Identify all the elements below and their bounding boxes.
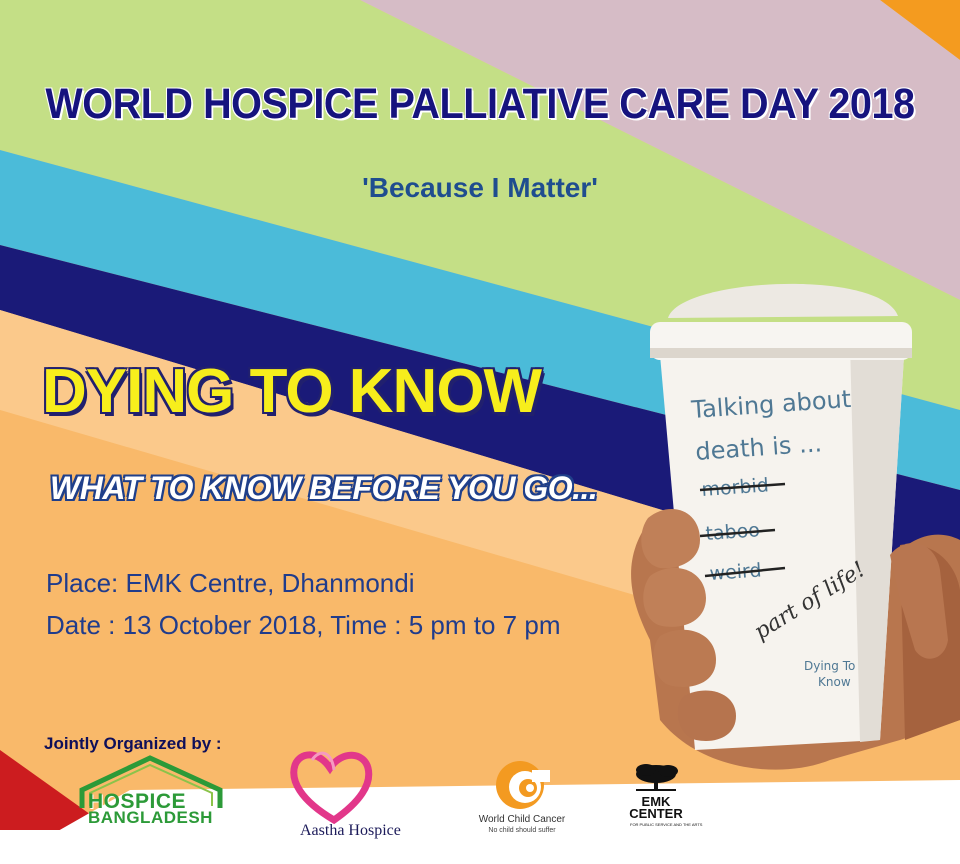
world-child-cancer-name: World Child Cancer: [478, 814, 566, 825]
poster: Talking about death is ... morbid taboo …: [0, 0, 960, 864]
event-place: Place: EMK Centre, Dhanmondi: [46, 568, 415, 598]
finger-1: [641, 509, 700, 569]
finger-4: [677, 690, 736, 741]
finger-3: [653, 629, 716, 687]
world-child-cancer-tagline: No child should suffer: [488, 827, 556, 834]
event-datetime: Date : 13 October 2018, Time : 5 pm to 7…: [46, 610, 561, 640]
cup-brand-line1: Dying To: [804, 659, 855, 673]
event-headline: DYING TO KNOW: [42, 357, 542, 426]
event-subheadline: WHAT TO KNOW BEFORE YOU GO...: [50, 470, 598, 506]
aastha-hospice-name: Aastha Hospice: [300, 822, 401, 839]
emk-tagline: FOR PUBLIC SERVICE AND THE ARTS: [630, 822, 703, 827]
hospice-bangladesh-name-line2: BANGLADESH: [88, 808, 213, 827]
page-title: WORLD HOSPICE PALLIATIVE CARE DAY 2018: [45, 80, 915, 128]
organizers-label: Jointly Organized by :: [44, 734, 222, 753]
emk-name-line2: CENTER: [629, 806, 683, 821]
cup-brand-line2: Know: [818, 675, 851, 689]
finger-2: [643, 567, 706, 627]
tagline: 'Because I Matter': [362, 172, 598, 203]
